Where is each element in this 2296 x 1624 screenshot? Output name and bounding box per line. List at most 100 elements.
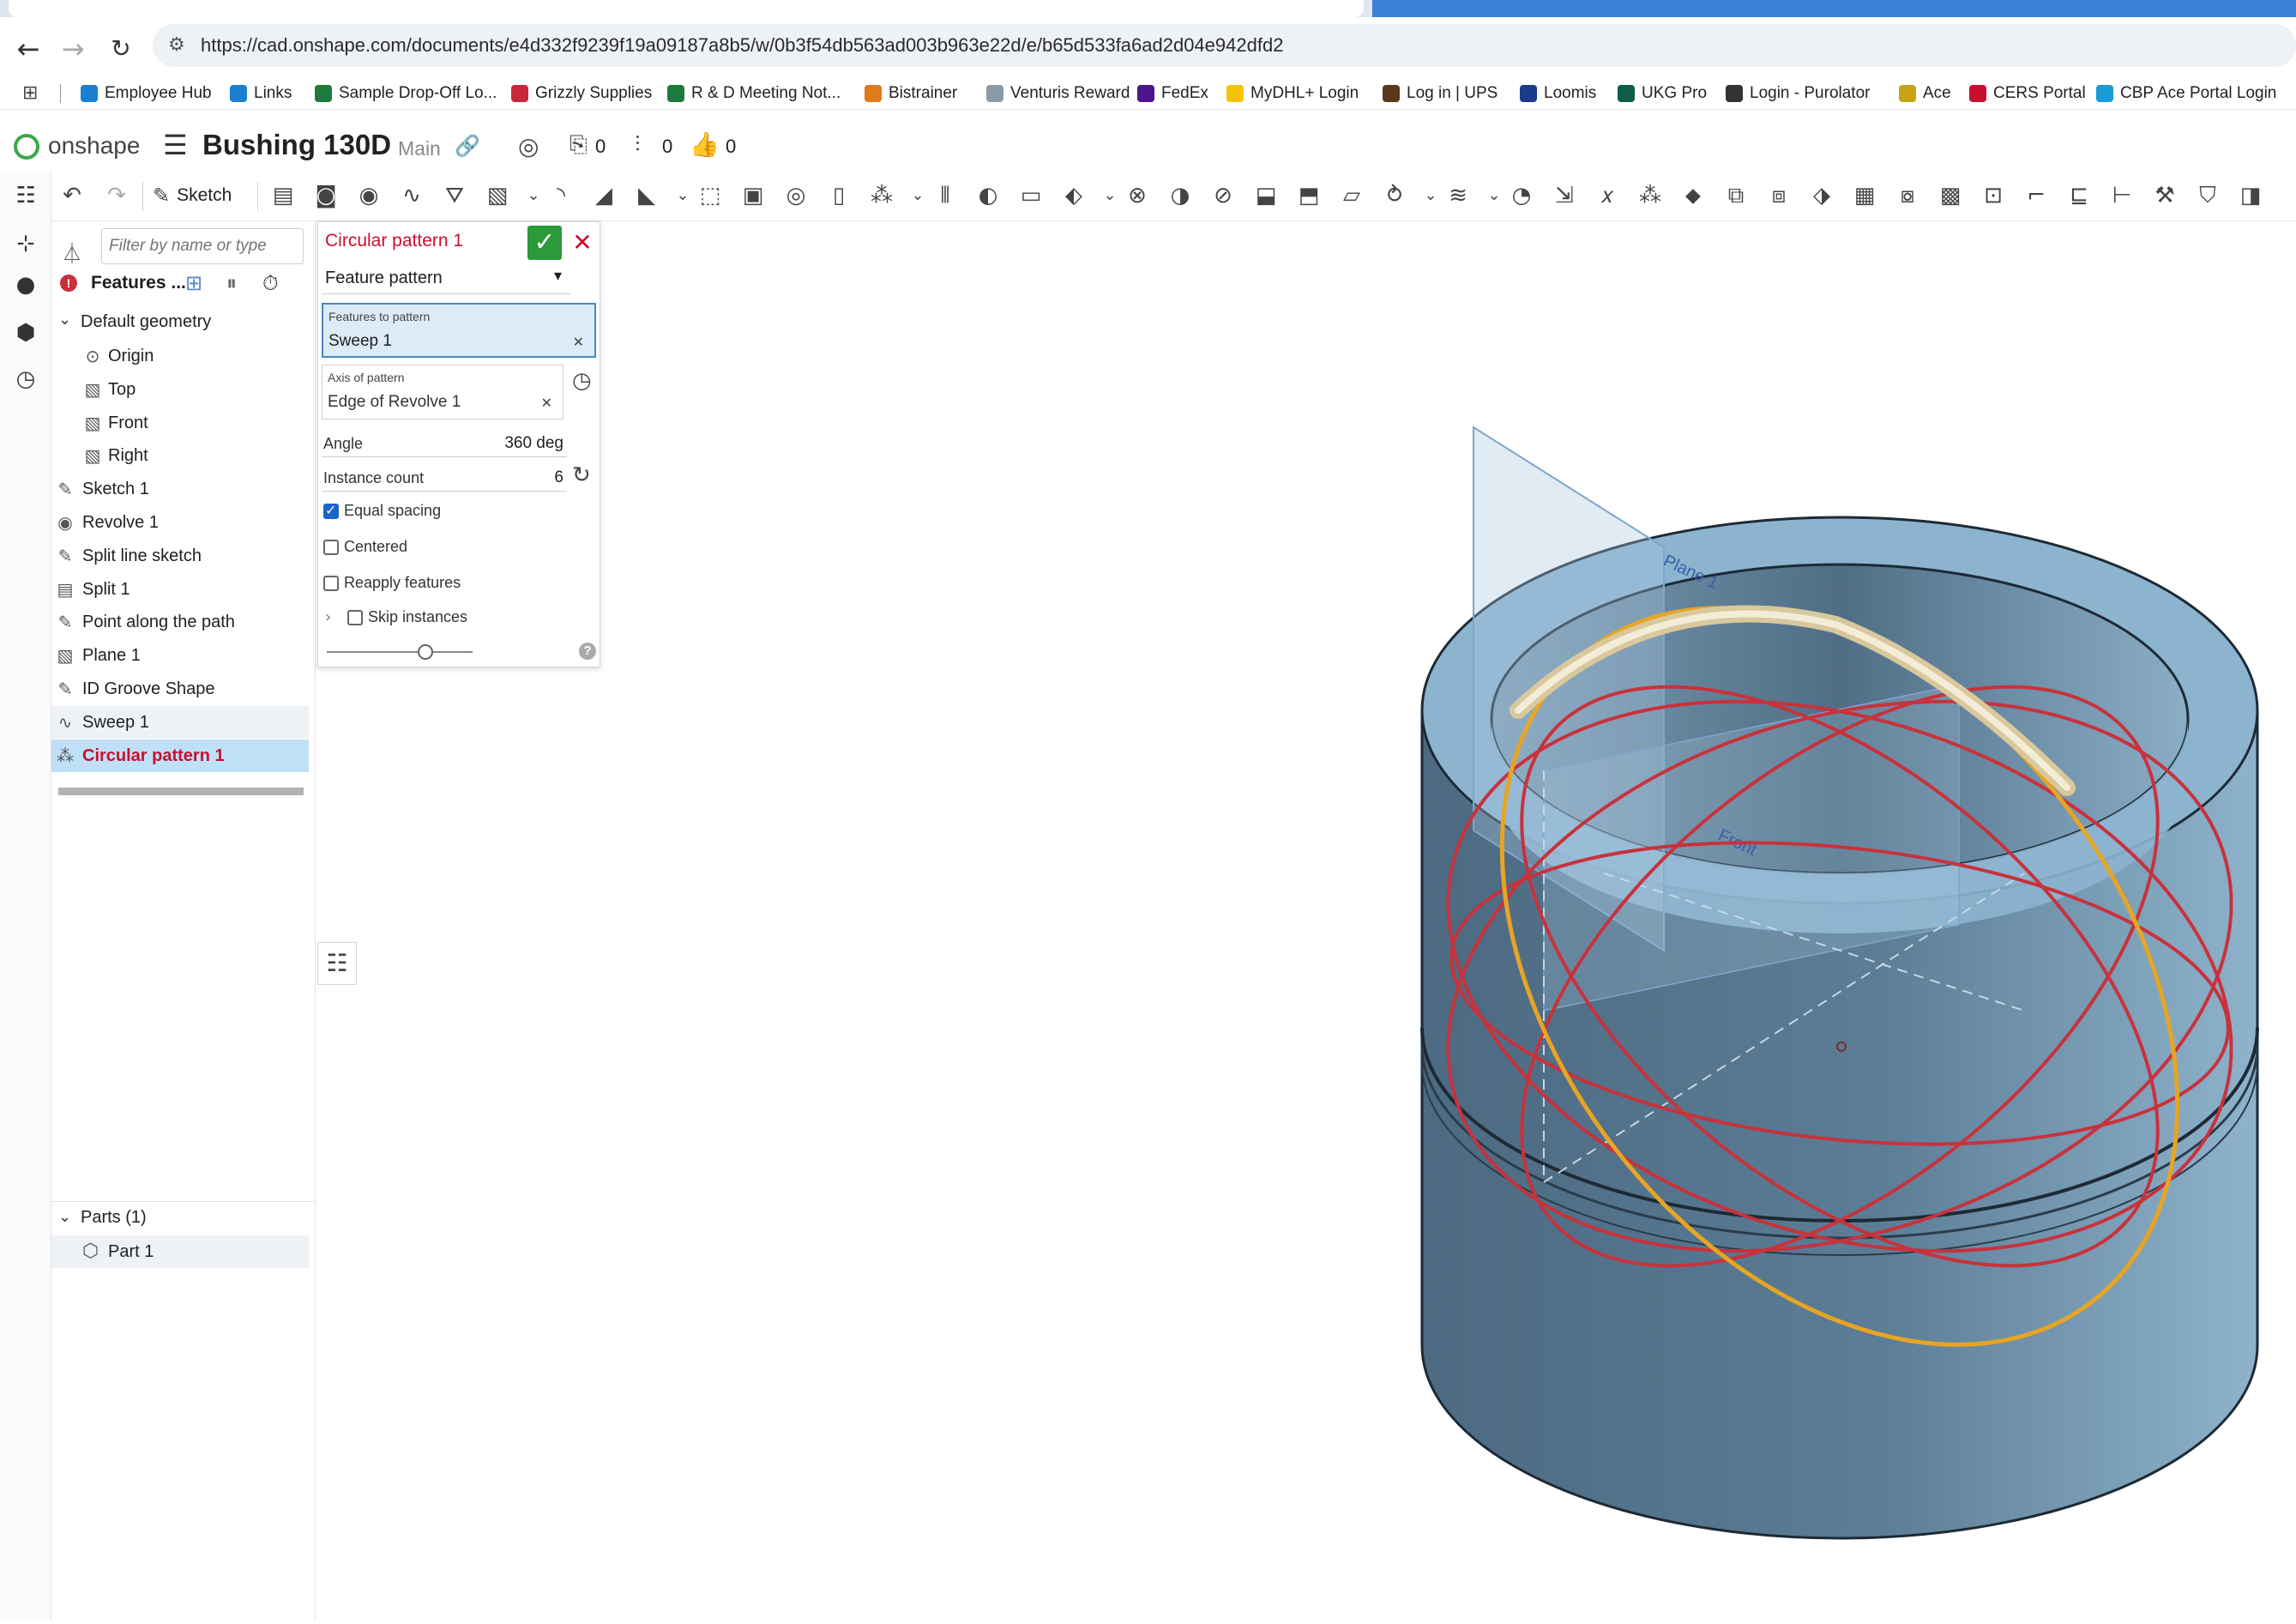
follow-icon[interactable]: ⫶ [635,132,641,159]
rotate-icon[interactable]: ↻ [572,462,591,488]
cylinder-icon[interactable]: ▯ [823,180,854,211]
angle-field[interactable]: Angle 360 deg [322,430,567,457]
bookmark-item[interactable]: Login - Purolator [1726,82,1870,106]
bookmark-item[interactable]: Bistrainer [865,82,957,106]
tree-item[interactable]: ✎ Point along the path [51,606,309,638]
dropdown-arrow-icon[interactable]: ⌄ [1422,180,1439,211]
tree-item[interactable]: ▧ Right [51,439,309,472]
configurations-icon[interactable]: ⬢ [10,317,41,348]
tab-icon[interactable]: ⬗ [1806,180,1837,211]
tree-item[interactable]: ✎ Sketch 1 [51,473,309,505]
filter-icon[interactable]: ⏃ [62,237,82,267]
pattern-icon[interactable]: ⁂ [866,180,897,211]
tree-item[interactable]: ▤ Split 1 [51,573,309,606]
dropdown-arrow-icon[interactable]: ⌄ [1101,180,1118,211]
tree-item[interactable]: ✎ Split line sketch [51,540,309,572]
chamfer-icon[interactable]: ◢ [588,180,619,211]
pause-icon[interactable]: ⏸ [226,271,237,295]
new-sketch-plane-icon[interactable]: ▤ [268,180,298,211]
replace-face-icon[interactable]: ⬒ [1293,180,1324,211]
forward-icon[interactable]: → [58,34,87,63]
axis-of-pattern-field[interactable]: Axis of pattern Edge of Revolve 1 ✕ [322,365,563,420]
dropdown-arrow-icon[interactable]: ⌄ [909,180,926,211]
menu-icon[interactable]: ☰ [163,129,188,161]
frame-icon[interactable]: ⊢ [2106,180,2137,211]
dropdown-arrow-icon[interactable]: ⌄ [525,180,542,211]
graphics-viewport[interactable]: Plane 1 Front [317,221,2296,1620]
tag-icon[interactable]: ⬥ [1678,180,1708,211]
features-to-pattern-field[interactable]: Features to pattern Sweep 1 ✕ [322,303,596,358]
add-folder-icon[interactable]: ⊞ [185,271,202,295]
tree-item[interactable]: ▧ Front [51,407,309,439]
boolean-icon[interactable]: ◐ [973,180,1003,211]
thicken-icon[interactable]: ▧ [482,180,513,211]
filter-input[interactable] [101,228,304,264]
dropdown-arrow-icon[interactable]: ⌄ [674,180,691,211]
move-face-icon[interactable]: ⬓ [1250,180,1281,211]
rollback-bar[interactable] [58,788,304,795]
tree-item[interactable]: ⊙ Origin [51,340,309,372]
model-view[interactable]: Plane 1 Front [317,221,2296,1620]
sheetmetal-icon[interactable]: ⧉ [1720,180,1751,211]
pattern-type-select[interactable]: Feature pattern ▾ [322,263,570,294]
revolve-icon[interactable]: ◉ [353,180,384,211]
comments-icon[interactable]: ● [10,269,41,300]
bookmark-item[interactable]: Loomis [1520,82,1596,106]
variable-icon[interactable]: 𝑥 [1592,180,1623,211]
trim-icon[interactable]: ⚒ [2149,180,2180,211]
undo-icon[interactable]: ↶ [57,180,87,211]
chevron-down-icon[interactable]: ⌄ [58,1208,71,1226]
accept-button[interactable]: ✓ [527,226,562,260]
sweep-icon[interactable]: ∿ [396,180,427,211]
onshape-logo-icon[interactable] [14,134,39,160]
loft-icon[interactable]: ⛛ [439,180,470,211]
tree-item[interactable]: ∿ Sweep 1 [51,705,309,739]
bookmark-item[interactable]: Sample Drop-Off Lo... [315,82,497,106]
hem-icon[interactable]: ⊑ [2064,180,2094,211]
bookmark-item[interactable]: R & D Meeting Not... [667,82,841,106]
joint-icon[interactable]: ⊡ [1978,180,2009,211]
import-icon[interactable]: ⇲ [1549,180,1580,211]
helix-icon[interactable]: ⥁ [1379,180,1410,211]
parts-header[interactable]: Parts (1) [81,1208,147,1228]
corner-icon[interactable]: ▩ [1935,180,1966,211]
document-title[interactable]: Bushing 130D [202,129,391,161]
delete-part-icon[interactable]: ⊗ [1122,180,1153,211]
part-row[interactable]: ⬡ Part 1 [51,1235,309,1268]
bookmark-item[interactable]: Venturis Reward [986,82,1130,106]
history-icon[interactable]: ◷ [10,364,41,395]
equal-spacing-checkbox[interactable]: ✓ [323,502,339,519]
thumbs-up-icon[interactable]: 👍 [690,130,720,159]
bookmark-item[interactable]: Grizzly Supplies [511,82,652,106]
draft-icon[interactable]: ◣ [631,180,662,211]
tree-item[interactable]: ⁂ Circular pattern 1 [51,739,309,772]
address-bar[interactable]: ⚙ https://cad.onshape.com/documents/e4d3… [153,24,2296,67]
redo-icon[interactable]: ↷ [101,180,132,211]
apps-grid-icon[interactable]: ⊞ [22,82,38,104]
plane-icon[interactable]: ▱ [1336,180,1367,211]
bookmark-item[interactable]: CBP Ace Portal Login [2096,82,2276,106]
instance-count-field[interactable]: Instance count 6 [322,464,567,492]
tree-item[interactable]: ▧ Plane 1 [51,639,309,672]
cancel-button[interactable]: ✕ [569,226,596,260]
tree-item[interactable]: ◉ Revolve 1 [51,506,309,539]
active-tab[interactable] [9,0,1364,17]
sketch-button[interactable]: ✎ Sketch [153,180,232,211]
preview-slider-track[interactable] [327,651,473,653]
rib-icon[interactable]: ⬚ [695,180,726,211]
bookmark-item[interactable]: FedEx [1137,82,1208,106]
flange-icon[interactable]: ⧈ [1763,180,1794,211]
chevron-right-icon[interactable]: › [325,608,331,626]
axis-flip-icon[interactable]: ◷ [572,368,592,394]
browser-tab-area[interactable] [1372,0,2296,17]
feature-list-icon[interactable]: ☷ [10,180,41,211]
unfold-icon[interactable]: ⧇ [1892,180,1923,211]
fillet-icon[interactable]: ◝ [545,180,576,211]
stopwatch-icon[interactable]: ⏱ [262,271,279,295]
bookmark-item[interactable]: UKG Pro [1618,82,1707,106]
hole-icon[interactable]: ◎ [780,180,811,211]
tree-item[interactable]: ▧ Top [51,373,309,406]
bend-icon[interactable]: ▦ [1849,180,1880,211]
clear-icon[interactable]: ✕ [573,334,584,350]
bookmark-item[interactable]: Employee Hub [81,82,212,106]
